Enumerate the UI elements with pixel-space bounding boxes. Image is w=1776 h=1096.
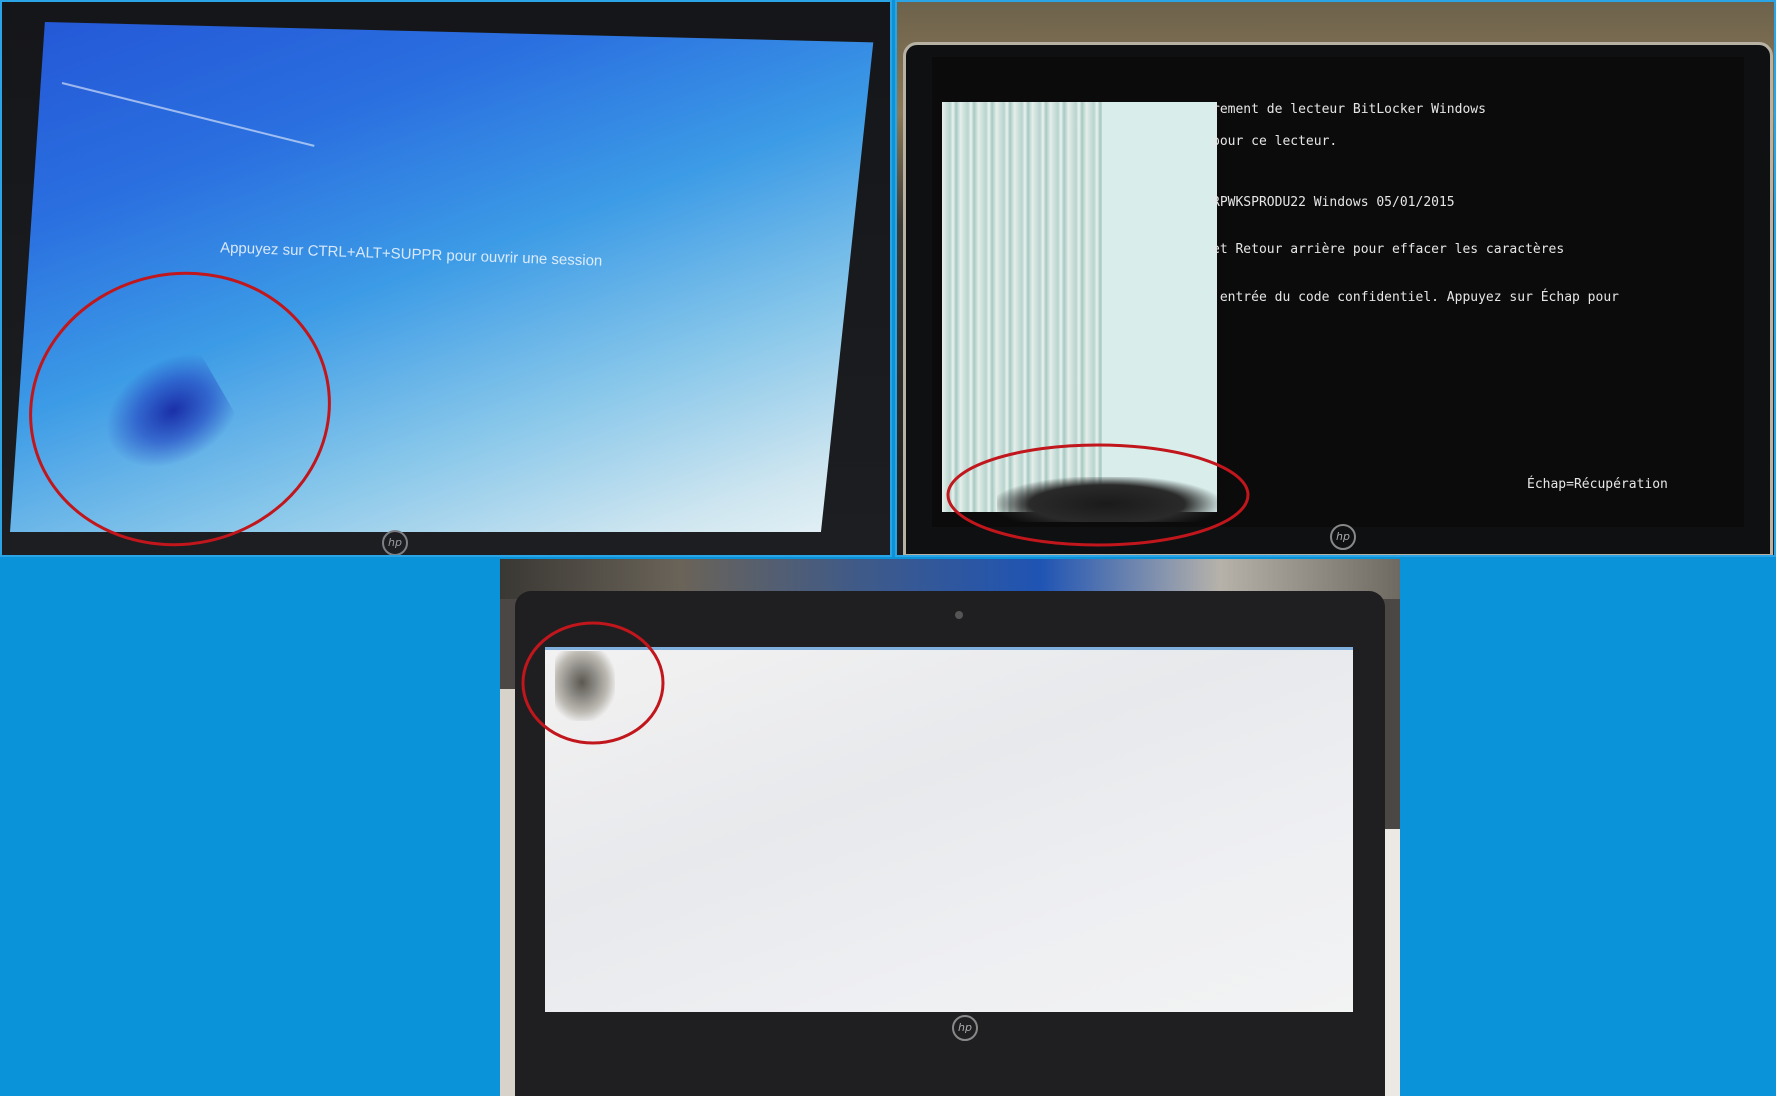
bitlocker-line-2: pour ce lecteur. [1212, 134, 1338, 149]
bitlocker-line-4: et Retour arrière pour effacer les carac… [1212, 242, 1565, 257]
photo-panel-2: rement de lecteur BitLocker Windows pour… [895, 0, 1776, 557]
photo-panel-1: Appuyez sur CTRL+ALT+SUPPR pour ouvrir u… [0, 0, 892, 557]
recovery-hint: Échap=Récupération [1527, 477, 1668, 492]
bitlocker-line-1: rement de lecteur BitLocker Windows [1212, 102, 1486, 117]
highlight-circle [521, 621, 665, 745]
highlight-circle [946, 443, 1250, 547]
hp-logo: hp [1330, 524, 1356, 550]
webcam [955, 611, 963, 619]
bitlocker-line-5: 'entrée du code confidentiel. Appuyez su… [1212, 290, 1619, 305]
bitlocker-line-3: RPWKSPRODU22 Windows 05/01/2015 [1212, 195, 1455, 210]
hp-logo: hp [952, 1015, 978, 1041]
photo-panel-3: hp [500, 559, 1400, 1096]
highlight-circle [29, 271, 331, 547]
hp-logo: hp [382, 530, 408, 555]
